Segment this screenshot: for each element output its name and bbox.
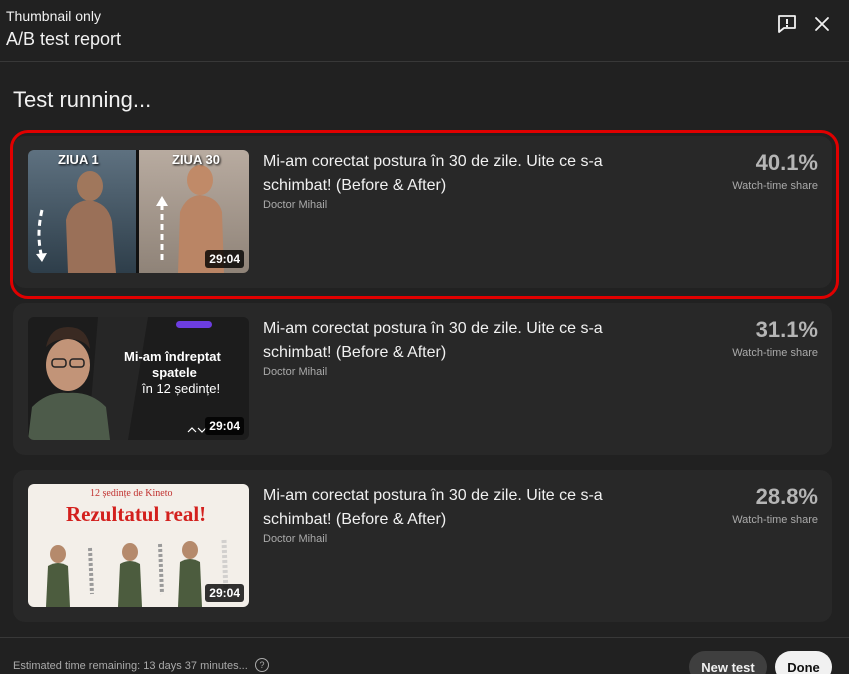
- close-icon: [815, 17, 829, 31]
- video-duration: 29:04: [205, 584, 244, 602]
- thumb-text-line3: în 12 ședințe!: [142, 381, 221, 396]
- thumb-label-day30: ZIUA 30: [172, 152, 220, 167]
- feedback-icon: [778, 15, 796, 33]
- channel-name: Doctor Mihail: [263, 366, 328, 378]
- variant-card-b[interactable]: Mi-am îndreptat spatele în 12 ședințe! 2…: [13, 303, 832, 455]
- new-test-button[interactable]: New test: [689, 651, 767, 674]
- dialog-footer: Estimated time remaining: 13 days 37 min…: [0, 637, 849, 674]
- watch-time-percent: 31.1%: [755, 317, 818, 342]
- done-button[interactable]: Done: [775, 651, 832, 674]
- thumb-text-line1: Mi-am îndreptat: [124, 349, 221, 364]
- channel-name: Doctor Mihail: [263, 199, 328, 211]
- video-title: Mi-am corectat postura în 30 de zile. Ui…: [263, 153, 603, 194]
- test-status: Test running...: [13, 87, 152, 112]
- feedback-button[interactable]: [773, 10, 801, 38]
- variant-card-c[interactable]: 12 ședințe de Kineto Rezultatul real! 29…: [13, 470, 832, 622]
- video-title: Mi-am corectat postura în 30 de zile. Ui…: [263, 320, 603, 361]
- thumbnail-b: Mi-am îndreptat spatele în 12 ședințe! 2…: [28, 317, 249, 440]
- test-type-label: Thumbnail only: [6, 8, 101, 24]
- video-duration: 29:04: [205, 417, 244, 435]
- thumbnail-a: ZIUA 1 ZIUA 30 29:04: [28, 150, 249, 273]
- watch-time-percent: 40.1%: [755, 150, 818, 175]
- dialog-title: A/B test report: [6, 29, 122, 49]
- channel-name: Doctor Mihail: [263, 533, 328, 545]
- video-title: Mi-am corectat postura în 30 de zile. Ui…: [263, 487, 603, 528]
- video-duration: 29:04: [205, 250, 244, 268]
- watch-time-label: Watch-time share: [732, 180, 818, 192]
- thumb-headline: Rezultatul real!: [66, 502, 207, 526]
- watch-time-percent: 28.8%: [755, 484, 818, 509]
- thumbnail-c: 12 ședințe de Kineto Rezultatul real! 29…: [28, 484, 249, 607]
- help-icon[interactable]: ?: [255, 658, 269, 672]
- thumb-subtext: 12 ședințe de Kineto: [90, 488, 173, 499]
- watch-time-label: Watch-time share: [732, 514, 818, 526]
- dialog-header: Thumbnail only A/B test report: [0, 0, 849, 62]
- thumb-text-line2: spatele: [152, 365, 197, 380]
- thumb-label-day1: ZIUA 1: [58, 152, 99, 167]
- watch-time-label: Watch-time share: [732, 347, 818, 359]
- variant-card-a[interactable]: ZIUA 1 ZIUA 30 29:04 Mi-am corectat post…: [13, 136, 832, 288]
- close-button[interactable]: [808, 10, 836, 38]
- estimated-time-text: Estimated time remaining: 13 days 37 min…: [13, 660, 248, 672]
